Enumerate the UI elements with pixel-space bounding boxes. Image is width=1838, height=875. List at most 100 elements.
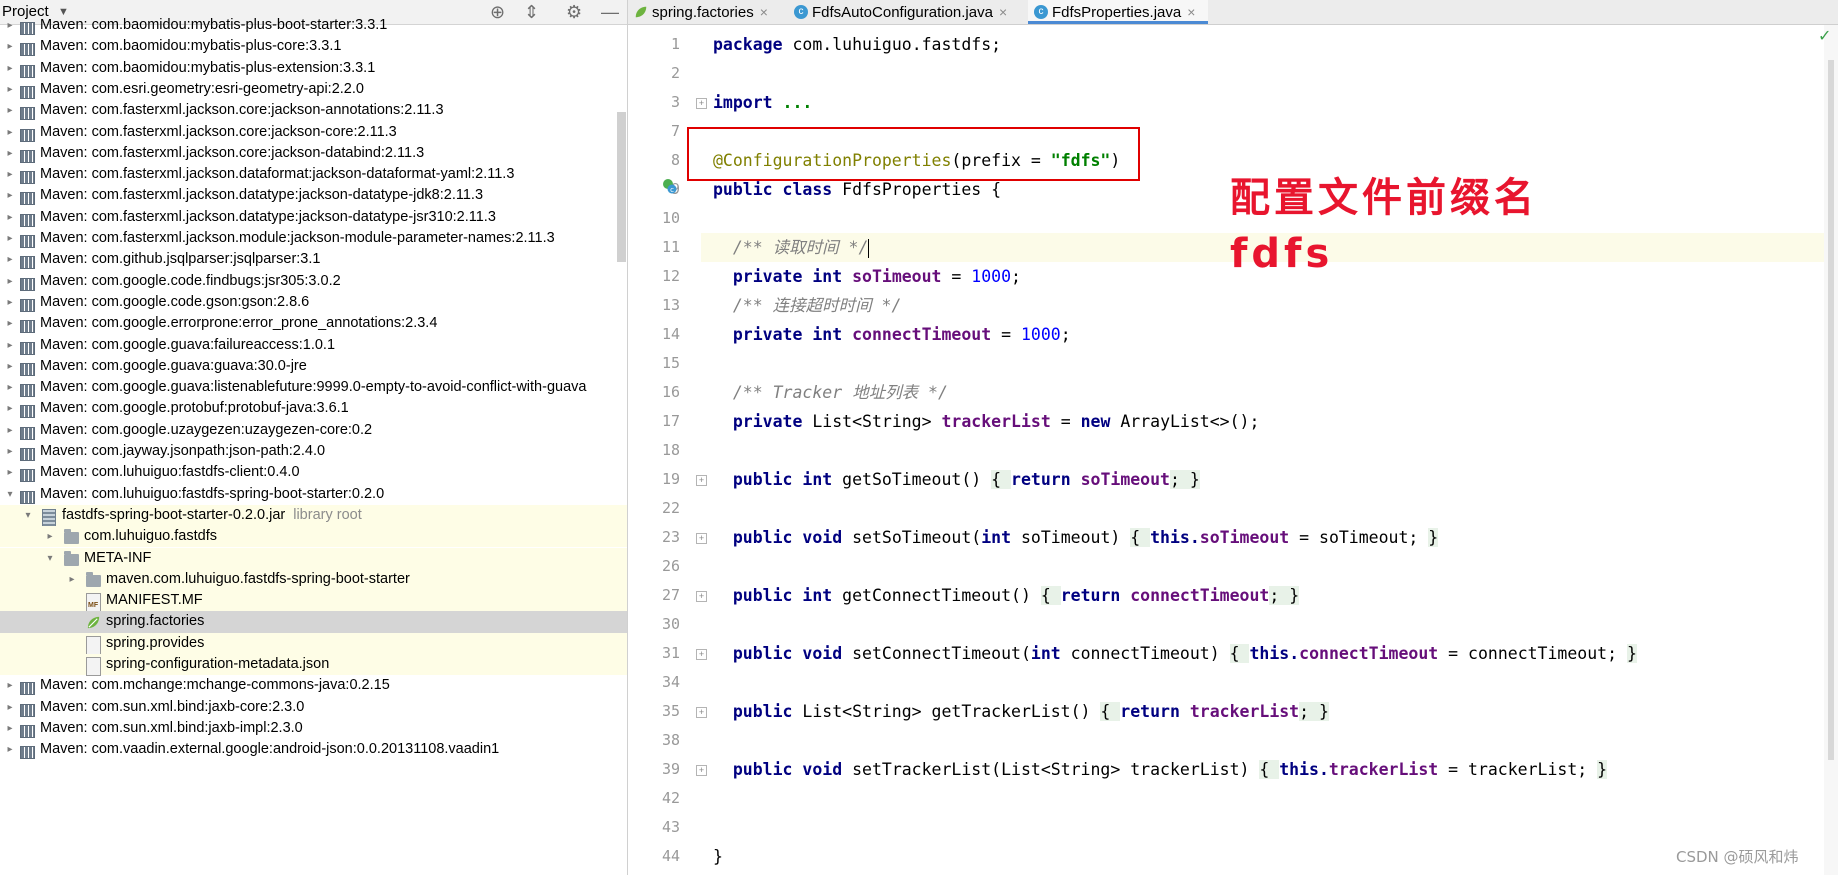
tree-item[interactable]: ▸ Maven: com.jayway.jsonpath:json-path:2.…	[0, 441, 627, 462]
tree-item[interactable]: ▸ Maven: com.fasterxml.jackson.datatype:j…	[0, 185, 627, 206]
tree-item[interactable]: ▸ Maven: com.google.guava:listenablefutur…	[0, 377, 627, 398]
code-line[interactable]	[701, 784, 1824, 813]
code-line[interactable]	[701, 59, 1824, 88]
editor-tab[interactable]: spring.factories ×	[628, 0, 786, 24]
tree-item[interactable]: ▸ Maven: com.google.errorprone:error_pron…	[0, 313, 627, 334]
tree-item[interactable]: ▸ Maven: com.fasterxml.jackson.core:jacks…	[0, 143, 627, 164]
tree-item[interactable]: ▸ Maven: com.baomidou:mybatis-plus-boot-s…	[0, 15, 627, 36]
tree-item[interactable]: MF MANIFEST.MF	[0, 590, 627, 613]
tree-item[interactable]: ▾ META-INF	[0, 547, 627, 569]
tree-item[interactable]: spring.factories	[0, 611, 627, 633]
chevron-down-icon[interactable]: ▾	[22, 505, 34, 526]
chevron-right-icon[interactable]: ▸	[4, 377, 16, 398]
code-line[interactable]	[701, 349, 1824, 378]
code-line[interactable]	[701, 494, 1824, 523]
code-line[interactable]: /** Tracker 地址列表 */	[701, 378, 1824, 407]
tree-item[interactable]: ▸ Maven: com.baomidou:mybatis-plus-core:3…	[0, 36, 627, 57]
chevron-right-icon[interactable]: ▸	[4, 441, 16, 462]
tree-item[interactable]: spring.provides	[0, 632, 627, 655]
inspection-ok-icon[interactable]: ✓	[1818, 26, 1831, 46]
code-line[interactable]: }	[701, 842, 1824, 871]
chevron-right-icon[interactable]: ▸	[4, 249, 16, 270]
tree-item[interactable]: ▸ Maven: com.mchange:mchange-commons-java…	[0, 675, 627, 696]
tree-item[interactable]: ▸ Maven: com.fasterxml.jackson.dataformat…	[0, 164, 627, 185]
tree-item[interactable]: ▸ Maven: com.google.guava:failureaccess:1…	[0, 335, 627, 356]
tree-item[interactable]: ▸ Maven: com.vaadin.external.google:andro…	[0, 739, 627, 760]
chevron-right-icon[interactable]: ▸	[4, 462, 16, 483]
chevron-right-icon[interactable]: ▸	[4, 271, 16, 292]
tree-item[interactable]: ▸ Maven: com.google.guava:guava:30.0-jre	[0, 356, 627, 377]
tree-item[interactable]: ▸ Maven: com.esri.geometry:esri-geometry-…	[0, 79, 627, 100]
tree-scrollbar[interactable]	[617, 112, 626, 262]
chevron-right-icon[interactable]: ▸	[4, 739, 16, 760]
code-line[interactable]: import ...	[701, 88, 1824, 117]
code-line[interactable]: public void setTrackerList(List<String> …	[701, 755, 1824, 784]
chevron-down-icon[interactable]: ▾	[44, 548, 56, 569]
chevron-right-icon[interactable]: ▸	[4, 15, 16, 36]
chevron-right-icon[interactable]: ▸	[4, 79, 16, 100]
code-line[interactable]: private List<String> trackerList = new A…	[701, 407, 1824, 436]
chevron-right-icon[interactable]: ▸	[4, 292, 16, 313]
tree-item[interactable]: ▸ Maven: com.fasterxml.jackson.core:jacks…	[0, 122, 627, 143]
code-line[interactable]	[701, 726, 1824, 755]
close-icon[interactable]: ×	[760, 4, 768, 20]
tree-item[interactable]: ▸ Maven: com.luhuiguo:fastdfs-client:0.4.…	[0, 462, 627, 483]
chevron-right-icon[interactable]: ▸	[4, 313, 16, 334]
code-line[interactable]: private int connectTimeout = 1000;	[701, 320, 1824, 349]
chevron-right-icon[interactable]: ▸	[4, 58, 16, 79]
code-line[interactable]	[701, 813, 1824, 842]
tree-item[interactable]: ▸ Maven: com.fasterxml.jackson.core:jacks…	[0, 100, 627, 121]
tree-item[interactable]: spring-configuration-metadata.json	[0, 654, 627, 676]
chevron-right-icon[interactable]: ▸	[4, 398, 16, 419]
chevron-right-icon[interactable]: ▸	[4, 335, 16, 356]
implemented-class-icon[interactable]: c	[662, 178, 678, 194]
chevron-right-icon[interactable]: ▸	[4, 718, 16, 739]
tree-item[interactable]: ▾ fastdfs-spring-boot-starter-0.2.0.jar li…	[0, 504, 627, 527]
chevron-right-icon[interactable]: ▸	[4, 697, 16, 718]
code-line[interactable]: public int getSoTimeout() { return soTim…	[701, 465, 1824, 494]
editor-tab[interactable]: c FdfsAutoConfiguration.java ×	[788, 0, 1026, 24]
tree-item[interactable]: ▸ com.luhuiguo.fastdfs	[0, 526, 627, 548]
tree-item[interactable]: ▸ Maven: com.github.jsqlparser:jsqlparser…	[0, 249, 627, 270]
chevron-right-icon[interactable]: ▸	[4, 36, 16, 57]
chevron-right-icon[interactable]: ▸	[4, 100, 16, 121]
tree-item[interactable]: ▸ Maven: com.baomidou:mybatis-plus-extens…	[0, 58, 627, 79]
code-line[interactable]: public void setConnectTimeout(int connec…	[701, 639, 1824, 668]
chevron-right-icon[interactable]: ▸	[66, 569, 78, 590]
chevron-right-icon[interactable]: ▸	[4, 143, 16, 164]
code-line[interactable]: public List<String> getTrackerList() { r…	[701, 697, 1824, 726]
editor-scrollbar-thumb[interactable]	[1828, 60, 1834, 760]
tree-item[interactable]: ▸ Maven: com.sun.xml.bind:jaxb-impl:2.3.0	[0, 718, 627, 739]
code-line[interactable]	[701, 610, 1824, 639]
close-icon[interactable]: ×	[1187, 4, 1195, 20]
chevron-right-icon[interactable]: ▸	[4, 207, 16, 228]
chevron-right-icon[interactable]: ▸	[4, 675, 16, 696]
tree-item[interactable]: ▾ Maven: com.luhuiguo:fastdfs-spring-boot…	[0, 484, 627, 505]
chevron-right-icon[interactable]: ▸	[4, 122, 16, 143]
tree-item[interactable]: ▸ Maven: com.google.protobuf:protobuf-jav…	[0, 398, 627, 419]
tab-label: spring.factories	[652, 4, 754, 21]
code-line[interactable]	[701, 552, 1824, 581]
code-line[interactable]: package com.luhuiguo.fastdfs;	[701, 30, 1824, 59]
tree-item[interactable]: ▸ Maven: com.sun.xml.bind:jaxb-core:2.3.0	[0, 697, 627, 718]
tree-item[interactable]: ▸ Maven: com.google.uzaygezen:uzaygezen-c…	[0, 420, 627, 441]
code-line[interactable]	[701, 436, 1824, 465]
chevron-right-icon[interactable]: ▸	[4, 420, 16, 441]
chevron-right-icon[interactable]: ▸	[4, 228, 16, 249]
chevron-down-icon[interactable]: ▾	[4, 484, 16, 505]
chevron-right-icon[interactable]: ▸	[4, 164, 16, 185]
code-line[interactable]: /** 连接超时时间 */	[701, 291, 1824, 320]
chevron-right-icon[interactable]: ▸	[4, 356, 16, 377]
chevron-right-icon[interactable]: ▸	[4, 185, 16, 206]
tree-item[interactable]: ▸ Maven: com.fasterxml.jackson.module:jac…	[0, 228, 627, 249]
tree-item[interactable]: ▸ Maven: com.fasterxml.jackson.datatype:j…	[0, 207, 627, 228]
close-icon[interactable]: ×	[999, 4, 1007, 20]
tree-item[interactable]: ▸ Maven: com.google.code.gson:gson:2.8.6	[0, 292, 627, 313]
code-line[interactable]: public void setSoTimeout(int soTimeout) …	[701, 523, 1824, 552]
editor-tab[interactable]: c FdfsProperties.java ×	[1028, 0, 1208, 24]
tree-item[interactable]: ▸ Maven: com.google.code.findbugs:jsr305:…	[0, 271, 627, 292]
code-line[interactable]: public int getConnectTimeout() { return …	[701, 581, 1824, 610]
chevron-right-icon[interactable]: ▸	[44, 526, 56, 547]
tree-item[interactable]: ▸ maven.com.luhuiguo.fastdfs-spring-boot-…	[0, 568, 627, 591]
code-line[interactable]	[701, 668, 1824, 697]
